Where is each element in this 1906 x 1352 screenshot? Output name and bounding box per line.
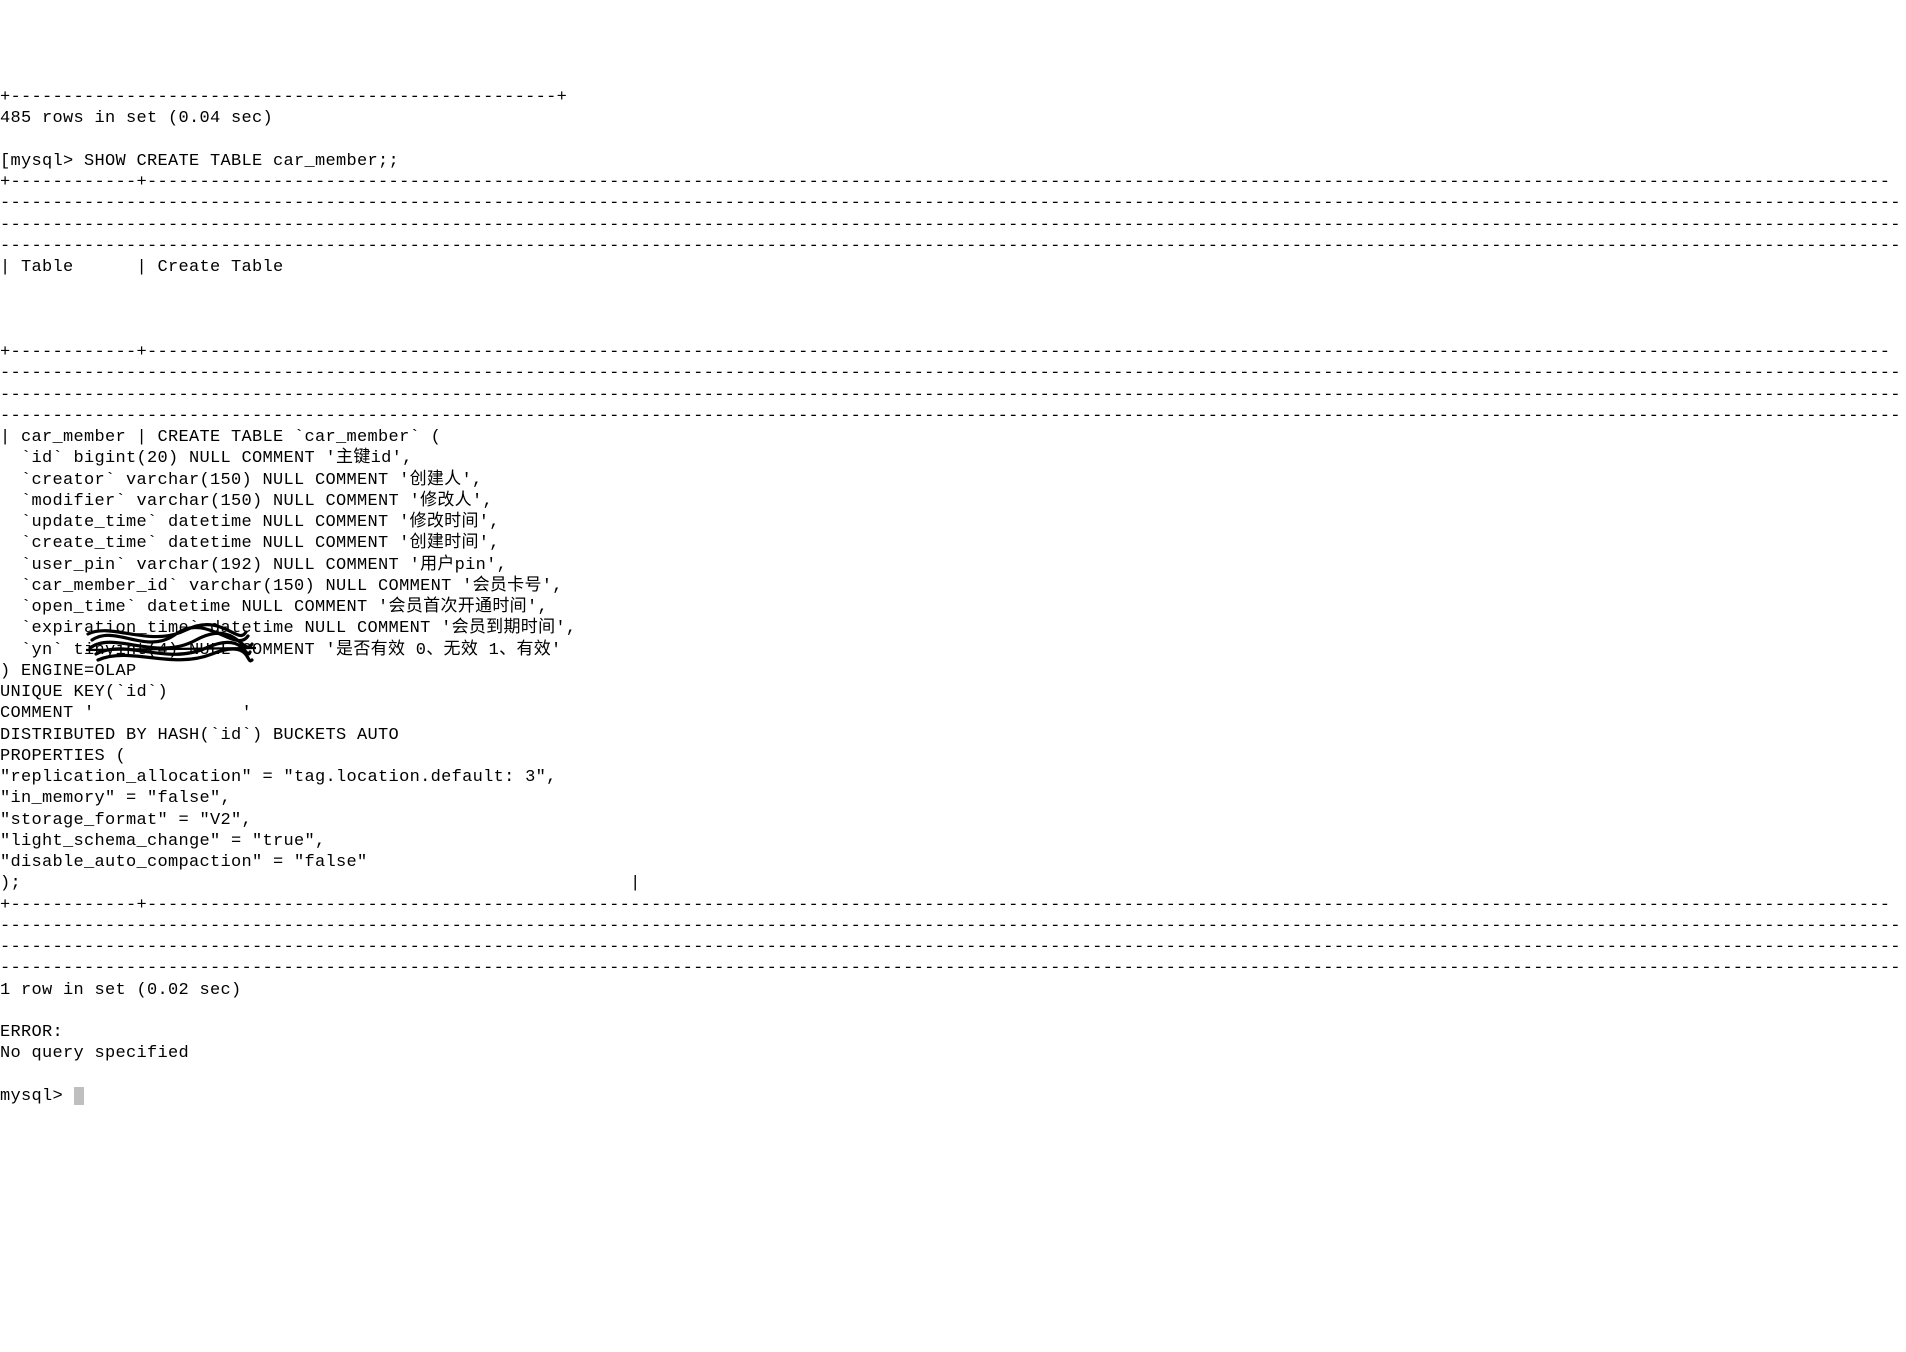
- mysql-prompt[interactable]: mysql>: [0, 1087, 84, 1106]
- distributed-line: DISTRIBUTED BY HASH(`id`) BUCKETS AUTO: [0, 726, 399, 745]
- rule-line: ----------------------------------------…: [0, 959, 1901, 978]
- terminal-output: +---------------------------------------…: [0, 87, 1906, 1107]
- property-line: "disable_auto_compaction" = "false": [0, 853, 368, 872]
- column-def: `modifier` varchar(150) NULL COMMENT '修改…: [0, 492, 493, 511]
- column-def: `expiration_time` datetime NULL COMMENT …: [0, 619, 576, 638]
- table-header-row: | Table | Create Table: [0, 258, 284, 277]
- property-line: "storage_format" = "V2",: [0, 811, 252, 830]
- rule-line: +------------+--------------------------…: [0, 896, 1890, 915]
- rule-line: ----------------------------------------…: [0, 917, 1901, 936]
- rule-line: ----------------------------------------…: [0, 386, 1901, 405]
- properties-open: PROPERTIES (: [0, 747, 126, 766]
- column-def: `user_pin` varchar(192) NULL COMMENT '用户…: [0, 556, 507, 575]
- rows-summary: 1 row in set (0.02 sec): [0, 981, 242, 1000]
- property-line: "light_schema_change" = "true",: [0, 832, 326, 851]
- column-def: `id` bigint(20) NULL COMMENT '主键id',: [0, 449, 413, 468]
- comment-line: COMMENT ' ': [0, 704, 252, 723]
- engine-line: ) ENGINE=OLAP: [0, 662, 137, 681]
- create-table-header: | car_member | CREATE TABLE `car_member`…: [0, 428, 441, 447]
- rule-line: +---------------------------------------…: [0, 88, 567, 107]
- rule-line: ----------------------------------------…: [0, 364, 1901, 383]
- column-def: `update_time` datetime NULL COMMENT '修改时…: [0, 513, 500, 532]
- rule-line: ----------------------------------------…: [0, 237, 1901, 256]
- unique-key-line: UNIQUE KEY(`id`): [0, 683, 168, 702]
- error-message: No query specified: [0, 1044, 189, 1063]
- column-def: `open_time` datetime NULL COMMENT '会员首次开…: [0, 598, 548, 617]
- close-paren-line: ); |: [0, 874, 641, 893]
- rule-line: +------------+--------------------------…: [0, 343, 1890, 362]
- rule-line: ----------------------------------------…: [0, 938, 1901, 957]
- rule-line: ----------------------------------------…: [0, 407, 1901, 426]
- column-def: `yn` tinyint(4) NULL COMMENT '是否有效 0、无效 …: [0, 641, 562, 660]
- cursor-icon: [74, 1087, 84, 1105]
- rows-summary: 485 rows in set (0.04 sec): [0, 109, 273, 128]
- rule-line: ----------------------------------------…: [0, 194, 1901, 213]
- property-line: "in_memory" = "false",: [0, 789, 231, 808]
- column-def: `car_member_id` varchar(150) NULL COMMEN…: [0, 577, 563, 596]
- column-def: `creator` varchar(150) NULL COMMENT '创建人…: [0, 471, 482, 490]
- property-line: "replication_allocation" = "tag.location…: [0, 768, 557, 787]
- rule-line: +------------+--------------------------…: [0, 173, 1890, 192]
- error-label: ERROR:: [0, 1023, 63, 1042]
- column-def: `create_time` datetime NULL COMMENT '创建时…: [0, 534, 500, 553]
- mysql-prompt-command[interactable]: [mysql> SHOW CREATE TABLE car_member;;: [0, 152, 399, 171]
- rule-line: ----------------------------------------…: [0, 216, 1901, 235]
